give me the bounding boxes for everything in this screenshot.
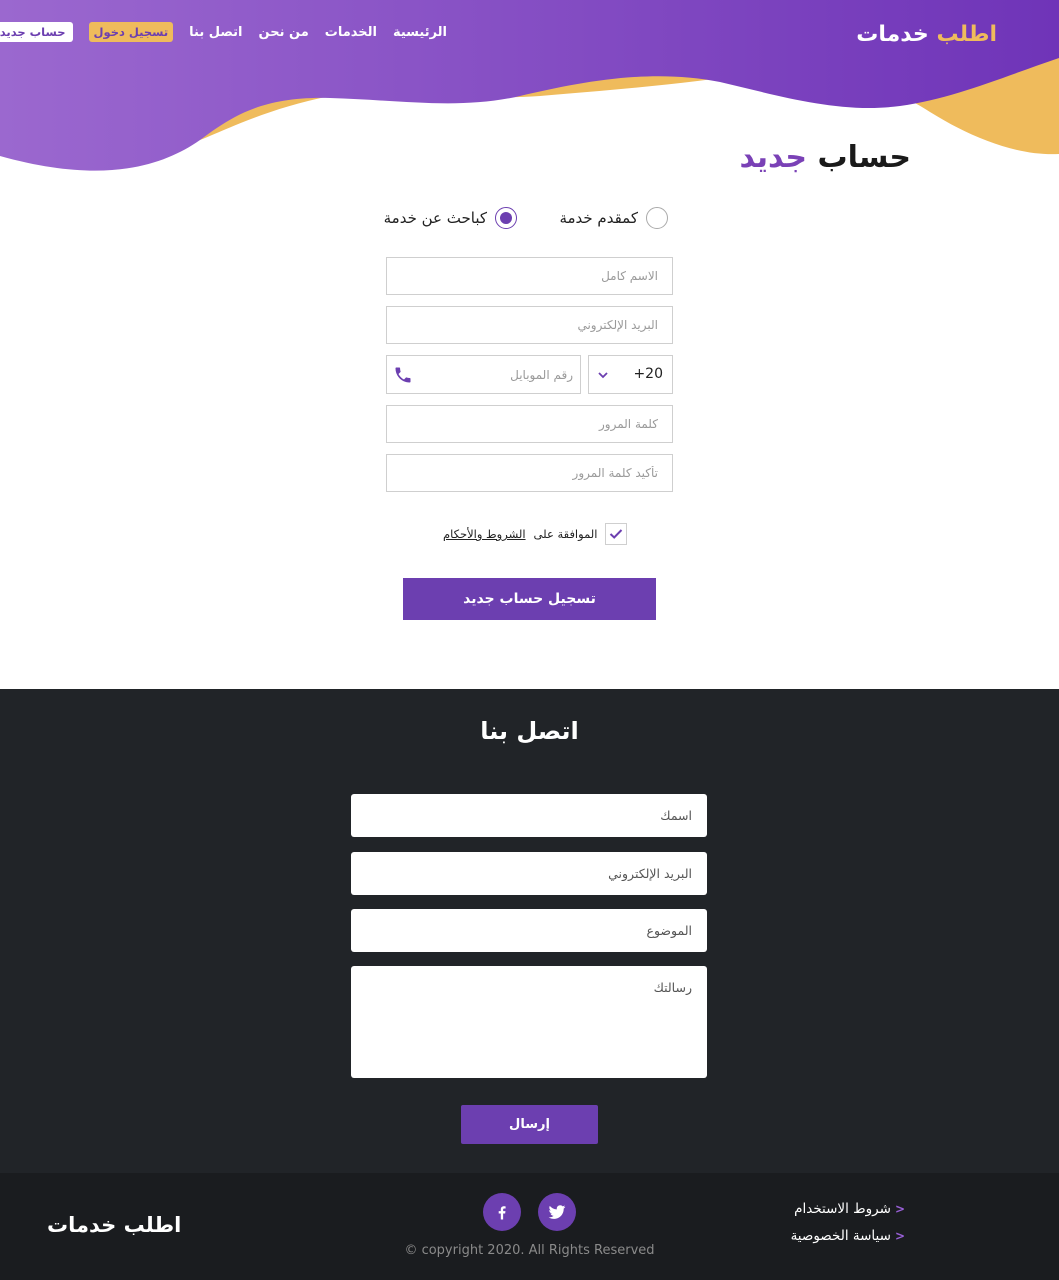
facebook-glyph — [498, 1206, 506, 1220]
chevron-left-icon: < — [894, 1229, 905, 1243]
page-title-first: حساب — [817, 140, 911, 175]
contact-message-field[interactable] — [351, 966, 707, 1078]
phone-icon — [395, 367, 411, 383]
brand-first-word: اطلب — [936, 22, 997, 47]
main-nav: حساب جديد تسجيل دخول اتصل بنا من نحن الخ… — [0, 22, 447, 42]
confirm-password-field[interactable] — [386, 454, 673, 492]
footer-brand[interactable]: اطلب خدمات — [47, 1213, 181, 1237]
confirm-password-input[interactable] — [387, 455, 672, 491]
contact-send-button[interactable]: إرسال — [461, 1105, 598, 1144]
country-code-value: +20 — [633, 366, 663, 382]
contact-section: اتصل بنا إرسال — [0, 689, 1059, 1173]
facebook-icon[interactable] — [483, 1193, 521, 1231]
role-provider-option[interactable]: كمقدم خدمة — [559, 207, 668, 229]
contact-email-input[interactable] — [351, 852, 707, 895]
chevron-down-icon — [598, 372, 608, 379]
fullname-field[interactable] — [386, 257, 673, 295]
role-provider-radio[interactable] — [646, 207, 668, 229]
radio-selected-dot — [500, 212, 512, 224]
nav-link-home[interactable]: الرئيسية — [393, 25, 447, 40]
twitter-icon[interactable] — [538, 1193, 576, 1231]
nav-link-services[interactable]: الخدمات — [325, 25, 377, 40]
nav-login-button[interactable]: تسجيل دخول — [88, 22, 174, 42]
nav-register-button[interactable]: حساب جديد — [0, 22, 73, 42]
twitter-glyph — [548, 1205, 566, 1219]
footer: اطلب خدمات © copyright 2020. All Rights … — [0, 1173, 1059, 1280]
copyright-text: © copyright 2020. All Rights Reserved — [404, 1243, 655, 1258]
footer-link-terms-label: شروط الاستخدام — [794, 1201, 891, 1217]
brand-logo[interactable]: اطلب خدمات — [856, 22, 997, 47]
footer-link-privacy[interactable]: < سياسة الخصوصية — [791, 1228, 905, 1244]
contact-title: اتصل بنا — [480, 717, 579, 745]
role-seeker-radio[interactable] — [495, 207, 517, 229]
footer-link-privacy-label: سياسة الخصوصية — [790, 1228, 891, 1244]
footer-link-terms[interactable]: < شروط الاستخدام — [794, 1201, 905, 1217]
terms-agreement: الموافقة على الشروط والأحكام — [443, 523, 628, 545]
nav-link-about[interactable]: من نحن — [259, 25, 309, 40]
page-title-second: جديد — [739, 140, 807, 175]
chevron-left-icon: < — [894, 1202, 905, 1216]
brand-second-word: خدمات — [856, 22, 929, 47]
mobile-input[interactable] — [423, 356, 579, 393]
contact-message-textarea[interactable] — [351, 966, 707, 1078]
contact-name-input[interactable] — [351, 794, 707, 837]
password-field[interactable] — [386, 405, 673, 443]
email-input[interactable] — [387, 307, 672, 343]
nav-link-contact[interactable]: اتصل بنا — [189, 25, 242, 40]
terms-link[interactable]: الشروط والأحكام — [443, 527, 526, 541]
contact-subject-field[interactable] — [351, 909, 707, 952]
contact-email-field[interactable] — [351, 852, 707, 895]
role-provider-label: كمقدم خدمة — [559, 209, 638, 227]
role-seeker-label: كباحث عن خدمة — [383, 209, 487, 227]
password-input[interactable] — [387, 406, 672, 442]
register-submit-button[interactable]: تسجيل حساب جديد — [403, 578, 656, 620]
email-field[interactable] — [386, 306, 673, 344]
page-title: حساب جديد — [739, 140, 911, 175]
checkmark-icon — [610, 529, 623, 539]
terms-prefix: الموافقة على — [533, 527, 598, 541]
role-seeker-option[interactable]: كباحث عن خدمة — [384, 207, 517, 229]
fullname-input[interactable] — [387, 258, 672, 294]
terms-checkbox[interactable] — [605, 523, 628, 545]
country-code-select[interactable]: +20 — [588, 355, 673, 394]
contact-subject-input[interactable] — [351, 909, 707, 952]
mobile-field[interactable] — [386, 355, 581, 394]
contact-name-field[interactable] — [351, 794, 707, 837]
